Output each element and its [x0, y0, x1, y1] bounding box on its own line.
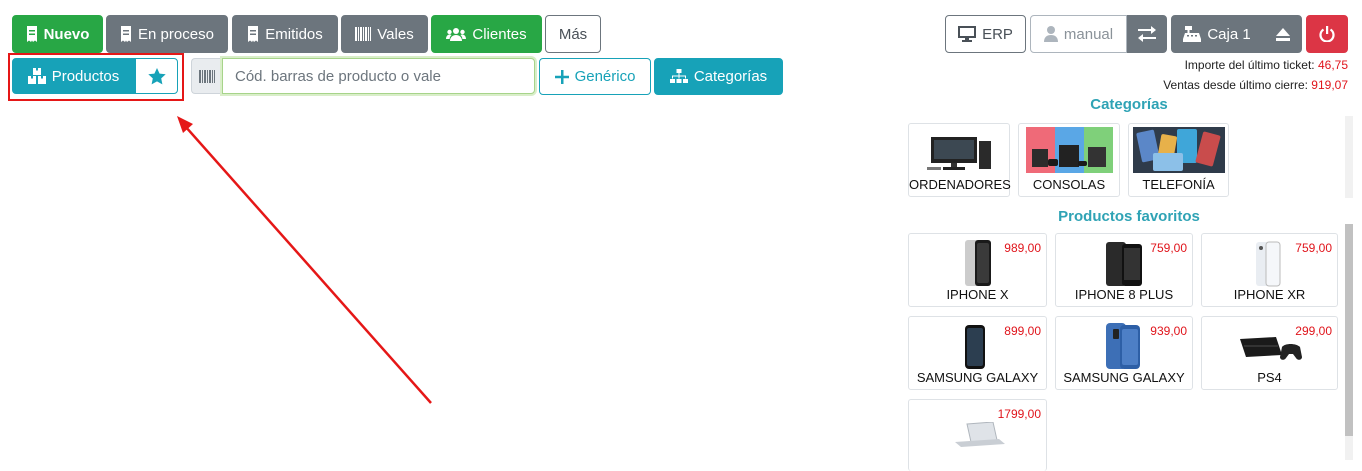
category-card-ordenadores[interactable]: ORDENADORES	[908, 123, 1011, 197]
caja-label: Caja 1	[1207, 25, 1251, 43]
categories-scrollbar[interactable]	[1345, 116, 1353, 198]
exchange-icon	[1138, 26, 1156, 42]
product-name: SAMSUNG GALAXY	[916, 370, 1039, 385]
product-card-ps4[interactable]: 299,00 PS4	[1201, 316, 1338, 390]
category-name: CONSOLAS	[1032, 177, 1106, 192]
game-consoles-image	[1026, 127, 1113, 173]
favorites-title: Productos favoritos	[1058, 208, 1200, 225]
iphone-x-image	[961, 238, 995, 288]
product-price: 1799,00	[997, 407, 1041, 421]
erp-label: ERP	[982, 25, 1013, 43]
samsung-galaxy-black-image	[961, 323, 991, 371]
product-card-iphone-8-plus[interactable]: 759,00 IPHONE 8 PLUS	[1055, 233, 1193, 307]
product-price: 939,00	[1150, 324, 1187, 338]
user-icon	[1043, 26, 1058, 42]
eject-icon	[1275, 27, 1290, 41]
caja-button[interactable]: Caja 1	[1171, 15, 1263, 53]
category-card-telefonia[interactable]: TELEFONÍA	[1128, 123, 1229, 197]
product-card-samsung-galaxy-blue[interactable]: 939,00 SAMSUNG GALAXY	[1055, 316, 1193, 390]
product-card-iphone-xr[interactable]: 759,00 IPHONE XR	[1201, 233, 1338, 307]
category-name: TELEFONÍA	[1142, 177, 1215, 192]
phones-image	[1133, 127, 1225, 173]
categories-title: Categorías	[1090, 96, 1168, 113]
sales-since-close-label: Ventas desde último cierre:	[1163, 78, 1308, 92]
user-label: manual	[1063, 25, 1114, 43]
power-button[interactable]	[1306, 15, 1348, 53]
product-price: 989,00	[1004, 241, 1041, 255]
product-name: SAMSUNG GALAXY	[1063, 370, 1185, 385]
product-card-samsung-galaxy-black[interactable]: 899,00 SAMSUNG GALAXY	[908, 316, 1047, 390]
last-ticket-value: 46,75	[1317, 58, 1348, 72]
sales-since-close-value: 919,07	[1311, 78, 1348, 92]
last-ticket-info: Importe del último ticket: 46,75	[1185, 58, 1348, 72]
product-name: IPHONE 8 PLUS	[1074, 287, 1174, 302]
iphone-8-plus-image	[1104, 240, 1144, 288]
power-icon	[1319, 26, 1335, 42]
last-ticket-label: Importe del último ticket:	[1184, 58, 1315, 72]
product-name: PS4	[1257, 370, 1282, 385]
product-price: 759,00	[1295, 241, 1332, 255]
eject-button[interactable]	[1263, 15, 1302, 53]
desktop-icon	[958, 26, 977, 42]
category-card-consolas[interactable]: CONSOLAS	[1018, 123, 1120, 197]
laptop-image	[953, 422, 1007, 448]
favorites-scrollbar[interactable]	[1345, 224, 1353, 460]
favorites-scrollbar-thumb[interactable]	[1345, 224, 1353, 436]
user-button[interactable]: manual	[1030, 15, 1127, 53]
product-price: 759,00	[1150, 241, 1187, 255]
product-price: 899,00	[1004, 324, 1041, 338]
product-name: IPHONE X	[946, 287, 1009, 302]
ps4-image	[1236, 331, 1306, 365]
product-card-laptop[interactable]: 1799,00	[908, 399, 1047, 471]
product-name: IPHONE XR	[1233, 287, 1306, 302]
product-card-iphone-x[interactable]: 989,00 IPHONE X	[908, 233, 1047, 307]
sales-since-close-info: Ventas desde último cierre: 919,07	[1163, 78, 1348, 92]
samsung-galaxy-blue-image	[1104, 321, 1144, 371]
iphone-xr-image	[1254, 240, 1284, 288]
cash-register-icon	[1183, 26, 1202, 42]
desktop-computer-image	[927, 131, 993, 171]
category-name: ORDENADORES	[909, 177, 1011, 192]
switch-user-button[interactable]	[1127, 15, 1167, 53]
erp-button[interactable]: ERP	[945, 15, 1026, 53]
